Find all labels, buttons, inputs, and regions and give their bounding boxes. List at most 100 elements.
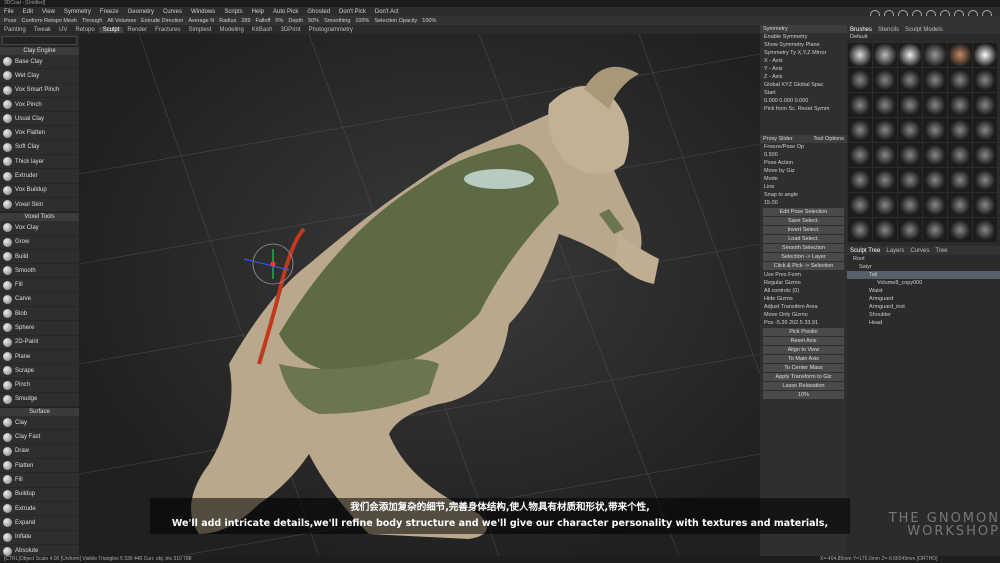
ghosted-toggle[interactable]: Ghosted <box>307 9 330 15</box>
tool-fill[interactable]: Fill <box>0 278 79 293</box>
brush-swatch[interactable] <box>973 143 997 167</box>
tool-smooth[interactable]: Smooth <box>0 264 79 279</box>
gizmo-button[interactable]: Align to View <box>763 346 844 354</box>
brush-swatch[interactable] <box>948 168 972 192</box>
tool-grow[interactable]: Grow <box>0 236 79 250</box>
gizmo-option[interactable]: Adjust Transition Area <box>760 303 847 311</box>
brush-swatch[interactable] <box>923 68 947 92</box>
menu-windows[interactable]: Windows <box>191 9 215 15</box>
selection-button[interactable]: Edit Pose Selection <box>763 208 844 216</box>
menu-file[interactable]: File <box>4 9 14 15</box>
tool-search-input[interactable] <box>2 36 77 45</box>
tool-clay[interactable]: Clay <box>0 416 79 431</box>
symmetry-option[interactable]: Enable Symmetry <box>760 33 847 41</box>
brush-swatch[interactable] <box>923 193 947 217</box>
tab-photogrammetry[interactable]: Photogrammetry <box>305 27 357 33</box>
brush-swatch[interactable] <box>873 43 897 67</box>
selection-button[interactable]: Save Select. <box>763 217 844 225</box>
dont-act-toggle[interactable]: Don't Act <box>375 9 399 15</box>
brush-swatch[interactable] <box>873 93 897 117</box>
selection-button[interactable]: Click & Pick -> Selection <box>763 262 844 270</box>
tab-modeling[interactable]: Modeling <box>215 27 247 33</box>
brush-swatch[interactable] <box>973 193 997 217</box>
symmetry-option[interactable]: Y - Axis <box>760 65 847 73</box>
tool-scrape[interactable]: Scrape <box>0 364 79 379</box>
menu-scripts[interactable]: Scripts <box>224 9 242 15</box>
tool-vox-smart-pinch[interactable]: Vox Smart Pinch <box>0 84 79 98</box>
tab-tweak[interactable]: Tweak <box>30 27 55 33</box>
tool-fill[interactable]: Fill <box>0 473 79 488</box>
selection-button[interactable]: Smooth Selection <box>763 244 844 252</box>
brush-swatch[interactable] <box>923 168 947 192</box>
depth-value[interactable]: 50% <box>308 18 319 24</box>
symmetry-option[interactable]: Pick from Sc. Reset Symm <box>760 105 847 113</box>
tab-render[interactable]: Render <box>123 27 151 33</box>
brush-swatch[interactable] <box>873 218 897 242</box>
tool-option[interactable]: Pose Action <box>760 159 847 167</box>
tool-usual-clay[interactable]: Usual Clay <box>0 112 79 127</box>
brush-swatch[interactable] <box>923 93 947 117</box>
tool-draw[interactable]: Draw <box>0 445 79 460</box>
tab-3dprint[interactable]: 3DPrint <box>277 27 305 33</box>
brush-swatch[interactable] <box>848 93 872 117</box>
brush-swatch[interactable] <box>848 218 872 242</box>
brush-swatch[interactable] <box>898 43 922 67</box>
symmetry-option[interactable]: Show Symmetry Plane <box>760 41 847 49</box>
brush-swatch[interactable] <box>873 143 897 167</box>
radius-value[interactable]: 289 <box>241 18 250 24</box>
tool-option[interactable]: Freeze/Pose Op <box>760 143 847 151</box>
tool-build[interactable]: Build <box>0 250 79 265</box>
gizmo-button[interactable]: To Main Axis <box>763 355 844 363</box>
tab-tree[interactable]: Tree <box>932 248 950 254</box>
tree-item[interactable]: Tail <box>847 271 1000 279</box>
tool-sphere[interactable]: Sphere <box>0 321 79 336</box>
gizmo-option[interactable]: Hide Gizmo <box>760 295 847 303</box>
gizmo-button[interactable]: Pick Positio <box>763 328 844 336</box>
menu-freeze[interactable]: Freeze <box>100 9 119 15</box>
tree-item[interactable]: Volume8_copy000 <box>847 279 1000 287</box>
tab-fractures[interactable]: Fractures <box>151 27 184 33</box>
brush-swatch[interactable] <box>873 68 897 92</box>
tool-flatten[interactable]: Flatten <box>0 459 79 474</box>
tab-painting[interactable]: Painting <box>0 27 30 33</box>
dont-pick-toggle[interactable]: Don't Pick <box>339 9 366 15</box>
tree-item[interactable]: Root <box>847 255 1000 263</box>
auto-pick-toggle[interactable]: Auto Pick <box>273 9 298 15</box>
brush-swatch[interactable] <box>923 43 947 67</box>
symmetry-option[interactable]: Z - Axis <box>760 73 847 81</box>
tab-curves[interactable]: Curves <box>907 248 932 254</box>
tab-kitbash[interactable]: KitBash <box>248 27 277 33</box>
menu-symmetry[interactable]: Symmetry <box>64 9 91 15</box>
brush-swatch[interactable] <box>948 93 972 117</box>
tool-option[interactable]: 0.500 <box>760 151 847 159</box>
tool-soft-clay[interactable]: Soft Clay <box>0 141 79 156</box>
brush-swatch[interactable] <box>848 168 872 192</box>
symmetry-option[interactable]: X - Axis <box>760 57 847 65</box>
tab-sculpt[interactable]: Sculpt <box>98 26 124 33</box>
tool-blob[interactable]: Blob <box>0 307 79 322</box>
tool-extrude[interactable]: Extrude <box>0 502 79 517</box>
brush-swatch[interactable] <box>898 218 922 242</box>
gizmo-option[interactable]: Regular Gizmo <box>760 279 847 287</box>
tree-item[interactable]: Waist <box>847 287 1000 295</box>
brush-swatch[interactable] <box>898 93 922 117</box>
tab-brushes[interactable]: Brushes <box>847 27 875 33</box>
tool-wet-clay[interactable]: Wet Clay <box>0 69 79 84</box>
tool-vox-buildup[interactable]: Vox Buildup <box>0 184 79 198</box>
brush-swatch[interactable] <box>873 118 897 142</box>
tab-stencils[interactable]: Stencils <box>875 27 902 33</box>
selection-button[interactable]: Invert Select. <box>763 226 844 234</box>
brush-swatch[interactable] <box>873 193 897 217</box>
tab-tool-options[interactable]: Tool Options <box>813 135 847 143</box>
tool-vox-flatten[interactable]: Vox Flatten <box>0 126 79 141</box>
tree-item[interactable]: Head <box>847 319 1000 327</box>
brush-swatch[interactable] <box>848 118 872 142</box>
brush-swatch[interactable] <box>923 143 947 167</box>
brush-swatch[interactable] <box>898 193 922 217</box>
conform-retopo-option[interactable]: Conform Retopo Mesh <box>22 18 77 24</box>
tool-base-clay[interactable]: Base Clay <box>0 55 79 70</box>
tab-simplest[interactable]: Simplest <box>184 27 215 33</box>
tool-pinch[interactable]: Pinch <box>0 379 79 393</box>
tab-layers[interactable]: Layers <box>883 248 907 254</box>
gizmo-button[interactable]: Reset Axis <box>763 337 844 345</box>
